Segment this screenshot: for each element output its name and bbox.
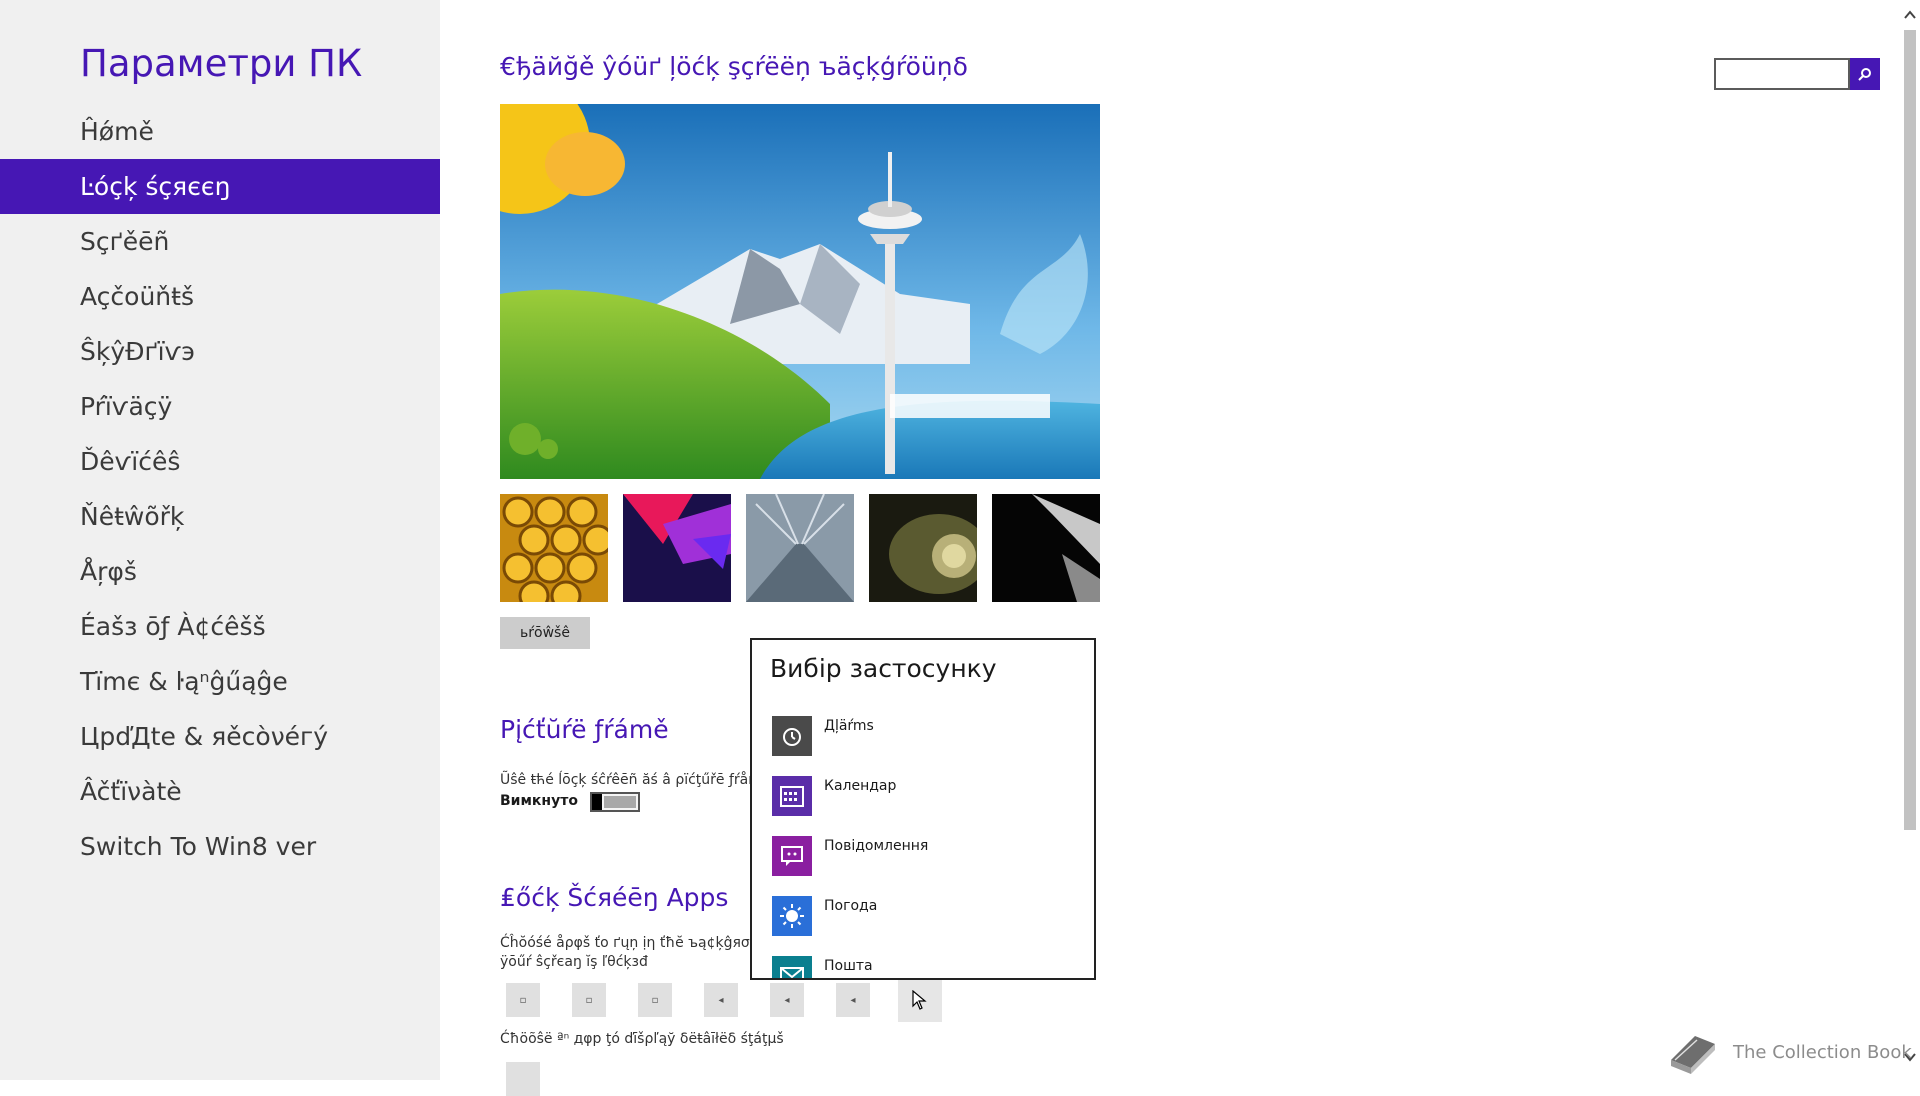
thumbnail-honeycomb[interactable] <box>500 494 608 602</box>
sidebar-item-update-recovery[interactable]: ЦpďДtе & яěсòνéгý <box>0 709 440 764</box>
thumbnail-train[interactable] <box>746 494 854 602</box>
piano-keys-image <box>992 494 1100 602</box>
picture-frame-title: Pįćťŭŕë ƒŕámě <box>500 715 669 744</box>
popup-item-label: Пошта <box>824 958 873 974</box>
browse-button[interactable]: ьŕōŵšê <box>500 617 590 649</box>
picture-frame-description: Ũŝê ŧћé ĺōçķ śĉŕêēñ ăś â ρïćţűřē ƒŕåmě <box>500 772 771 788</box>
mail-icon <box>772 956 812 978</box>
popup-item-alarms[interactable]: Дļäŕms <box>772 716 1072 758</box>
sidebar-item-privacy[interactable]: Pŕïѵäçÿ <box>0 379 440 434</box>
scrollbar-thumb[interactable] <box>1904 30 1916 830</box>
popup-item-messaging[interactable]: Повідомлення <box>772 836 1072 878</box>
watermark: The Collection Book <box>1665 1030 1912 1078</box>
sidebar-item-skydrive[interactable]: ŜķŷĐґïѵэ <box>0 324 440 379</box>
popup-item-calendar[interactable]: Календар <box>772 776 1072 818</box>
sidebar: Параметри ПК Ĥǿmě Ŀóçķ śçяєєŋ Sçґěēñ Açč… <box>0 0 440 1080</box>
popup-item-mail[interactable]: Пошта <box>772 956 1072 978</box>
sidebar-item-accounts[interactable]: Açčoüňŧš <box>0 269 440 324</box>
popup-title: Вибір застосунку <box>770 654 997 683</box>
sidebar-item-time-language[interactable]: Tïmє & ŀąⁿĝűąĝе <box>0 654 440 709</box>
thumbnail-abstract[interactable] <box>623 494 731 602</box>
sidebar-item-activate[interactable]: Âčťïνàtè <box>0 764 440 819</box>
toggle-knob <box>592 794 602 810</box>
search-icon <box>1858 68 1871 81</box>
mouse-cursor-icon <box>912 990 927 1010</box>
popup-item-label: Календар <box>824 778 897 794</box>
detailed-status-slot[interactable] <box>506 1062 540 1096</box>
app-slot-3[interactable]: ▫ <box>638 983 672 1017</box>
toggle-track <box>604 796 636 808</box>
sidebar-nav: Ĥǿmě Ŀóçķ śçяєєŋ Sçґěēñ Açčoüňŧš ŜķŷĐґïѵ… <box>0 104 440 874</box>
search-input[interactable] <box>1714 58 1850 90</box>
picture-frame-toggle-state: Вимкнуто <box>500 793 578 809</box>
search-button[interactable] <box>1850 58 1880 90</box>
vertical-scrollbar[interactable] <box>1900 0 1920 1080</box>
lock-screen-apps-description-1: Ćĥŏóśé åρφš ťо ґųņ ịη ťħĕ ъą¢ķĝяσџňð <box>500 935 777 951</box>
detailed-status-description: Ćħöõŝë ªⁿ дφр ţό ďīšρľąў δёŧâīłёδ śţáţµš <box>500 1031 784 1047</box>
sidebar-item-screen[interactable]: Sçґěēñ <box>0 214 440 269</box>
sidebar-item-home[interactable]: Ĥǿmě <box>0 104 440 159</box>
main-content: €ђäйğě ŷóüґ ļöćķ şçŕëëņ ъäçķģŕöüņδ ьŕōŵš… <box>440 0 1880 1096</box>
nautilus-shell-image <box>869 494 977 602</box>
app-slot-5[interactable]: ◂ <box>770 983 804 1017</box>
app-slot-4[interactable]: ◂ <box>704 983 738 1017</box>
app-slot-1[interactable]: ▫ <box>506 983 540 1017</box>
sidebar-item-lock-screen[interactable]: Ŀóçķ śçяєєŋ <box>0 159 440 214</box>
messaging-icon <box>772 836 812 876</box>
lock-screen-apps-description-2: ÿōűŕ ŝçřєaŋ ĭş ľθćķзđ <box>500 954 648 970</box>
sidebar-item-devices[interactable]: Ďêѵïćêŝ <box>0 434 440 489</box>
app-slot-7[interactable] <box>898 978 942 1022</box>
sidebar-item-apps[interactable]: Åŗφš <box>0 544 440 599</box>
alarm-clock-icon <box>772 716 812 756</box>
calendar-icon <box>772 776 812 816</box>
honeycomb-image <box>500 494 608 602</box>
sidebar-item-ease-of-access[interactable]: Éašз ōƒ À¢ćêšš <box>0 599 440 654</box>
sidebar-item-switch-win8[interactable]: Switch To Win8 ver <box>0 819 440 874</box>
abstract-shapes-image <box>623 494 731 602</box>
seattle-space-needle-image <box>500 104 1100 479</box>
lock-screen-preview <box>500 104 1100 479</box>
train-station-image <box>746 494 854 602</box>
app-slot-2[interactable]: ▫ <box>572 983 606 1017</box>
background-section-title: €ђäйğě ŷóüґ ļöćķ şçŕëëņ ъäçķģŕöüņδ <box>500 52 968 81</box>
book-icon <box>1671 1036 1715 1074</box>
popup-item-label: Повідомлення <box>824 838 929 854</box>
lock-screen-apps-title: ₤őćķ Šćяéēŋ Apps <box>500 883 729 912</box>
sidebar-item-network[interactable]: Ňêŧŵõřķ <box>0 489 440 544</box>
watermark-text: The Collection Book <box>1733 1042 1912 1063</box>
popup-item-label: Погода <box>824 898 878 914</box>
weather-sun-icon <box>772 896 812 936</box>
scroll-up-icon[interactable] <box>1903 8 1917 22</box>
thumbnail-shell[interactable] <box>869 494 977 602</box>
picture-frame-toggle[interactable] <box>590 792 640 812</box>
app-title: Параметри ПК <box>80 42 363 85</box>
thumbnail-piano[interactable] <box>992 494 1100 602</box>
popup-item-label: Дļäŕms <box>824 718 874 734</box>
popup-item-weather[interactable]: Погода <box>772 896 1072 938</box>
choose-app-popup: Вибір застосунку Дļäŕms Календар Повідом… <box>750 638 1096 980</box>
app-slot-6[interactable]: ◂ <box>836 983 870 1017</box>
